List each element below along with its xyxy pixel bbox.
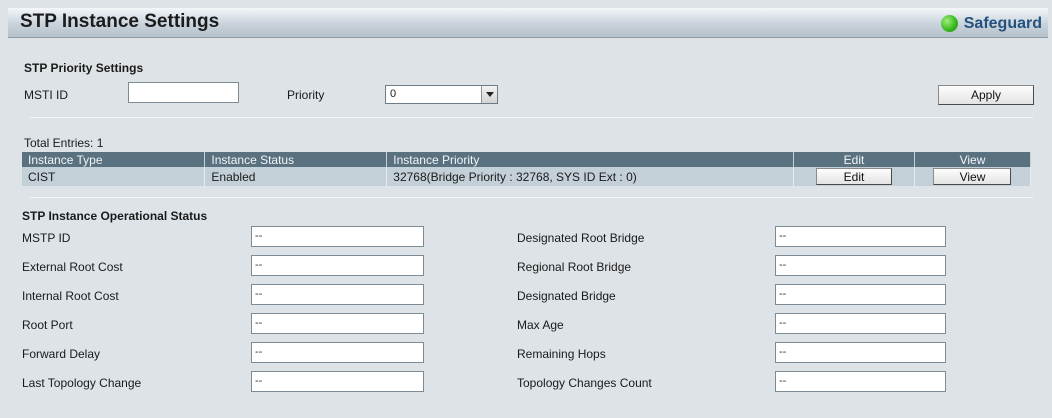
last-topology-change-label: Last Topology Change bbox=[22, 376, 142, 390]
topology-changes-count-field: -- bbox=[775, 371, 946, 392]
priority-select-value: 0 bbox=[390, 88, 397, 100]
forward-delay-field: -- bbox=[251, 342, 424, 363]
column-header: Instance Status bbox=[204, 152, 388, 167]
instance-table: Instance Type Instance Status Instance P… bbox=[22, 152, 1032, 186]
designated-bridge-field: -- bbox=[775, 284, 946, 305]
msti-id-input[interactable] bbox=[128, 82, 239, 103]
column-header: View bbox=[914, 152, 1032, 167]
regional-root-bridge-field: -- bbox=[775, 255, 946, 276]
external-root-cost-label: External Root Cost bbox=[22, 260, 123, 274]
apply-button[interactable]: Apply bbox=[938, 85, 1034, 105]
column-header: Instance Type bbox=[22, 152, 206, 167]
designated-root-bridge-label: Designated Root Bridge bbox=[517, 231, 645, 245]
safeguard-indicator: Safeguard bbox=[940, 14, 1042, 33]
priority-select[interactable]: 0 bbox=[385, 85, 498, 104]
instance-priority-cell: 32768(Bridge Priority : 32768, SYS ID Ex… bbox=[386, 167, 795, 186]
page-title: STP Instance Settings bbox=[20, 11, 220, 32]
total-entries: Total Entries: 1 bbox=[24, 136, 104, 150]
instance-status-cell: Enabled bbox=[204, 167, 388, 186]
safeguard-label: Safeguard bbox=[963, 14, 1042, 32]
edit-cell: Edit bbox=[793, 167, 915, 186]
edit-button[interactable]: Edit bbox=[816, 168, 892, 185]
priority-label: Priority bbox=[287, 88, 325, 102]
divider bbox=[30, 117, 1033, 118]
topology-changes-count-label: Topology Changes Count bbox=[517, 376, 652, 390]
remaining-hops-field: -- bbox=[775, 342, 946, 363]
root-port-field: -- bbox=[251, 313, 424, 334]
column-header: Instance Priority bbox=[386, 152, 795, 167]
internal-root-cost-field: -- bbox=[251, 284, 424, 305]
priority-settings-title: STP Priority Settings bbox=[24, 61, 144, 75]
mstp-id-label: MSTP ID bbox=[22, 231, 71, 245]
column-header: Edit bbox=[793, 152, 915, 167]
forward-delay-label: Forward Delay bbox=[22, 347, 101, 361]
divider bbox=[30, 197, 1033, 198]
last-topology-change-field: -- bbox=[251, 371, 424, 392]
designated-bridge-label: Designated Bridge bbox=[517, 289, 616, 303]
regional-root-bridge-label: Regional Root Bridge bbox=[517, 260, 632, 274]
safeguard-status-icon bbox=[940, 15, 958, 32]
designated-root-bridge-field: -- bbox=[775, 226, 946, 247]
table-header-row: Instance Type Instance Status Instance P… bbox=[22, 152, 1032, 167]
msti-id-label: MSTI ID bbox=[24, 88, 68, 102]
root-port-label: Root Port bbox=[22, 318, 73, 332]
chevron-down-icon[interactable] bbox=[481, 86, 497, 103]
view-cell: View bbox=[914, 167, 1032, 186]
table-row: CIST Enabled 32768(Bridge Priority : 327… bbox=[22, 167, 1032, 186]
remaining-hops-label: Remaining Hops bbox=[517, 347, 606, 361]
operational-status-title: STP Instance Operational Status bbox=[22, 209, 208, 223]
view-button[interactable]: View bbox=[933, 168, 1012, 185]
max-age-field: -- bbox=[775, 313, 946, 334]
internal-root-cost-label: Internal Root Cost bbox=[22, 289, 119, 303]
instance-type-cell: CIST bbox=[22, 167, 206, 186]
mstp-id-field: -- bbox=[251, 226, 424, 247]
max-age-label: Max Age bbox=[517, 318, 564, 332]
external-root-cost-field: -- bbox=[251, 255, 424, 276]
title-bar: STP Instance Settings Safeguard bbox=[8, 8, 1048, 38]
